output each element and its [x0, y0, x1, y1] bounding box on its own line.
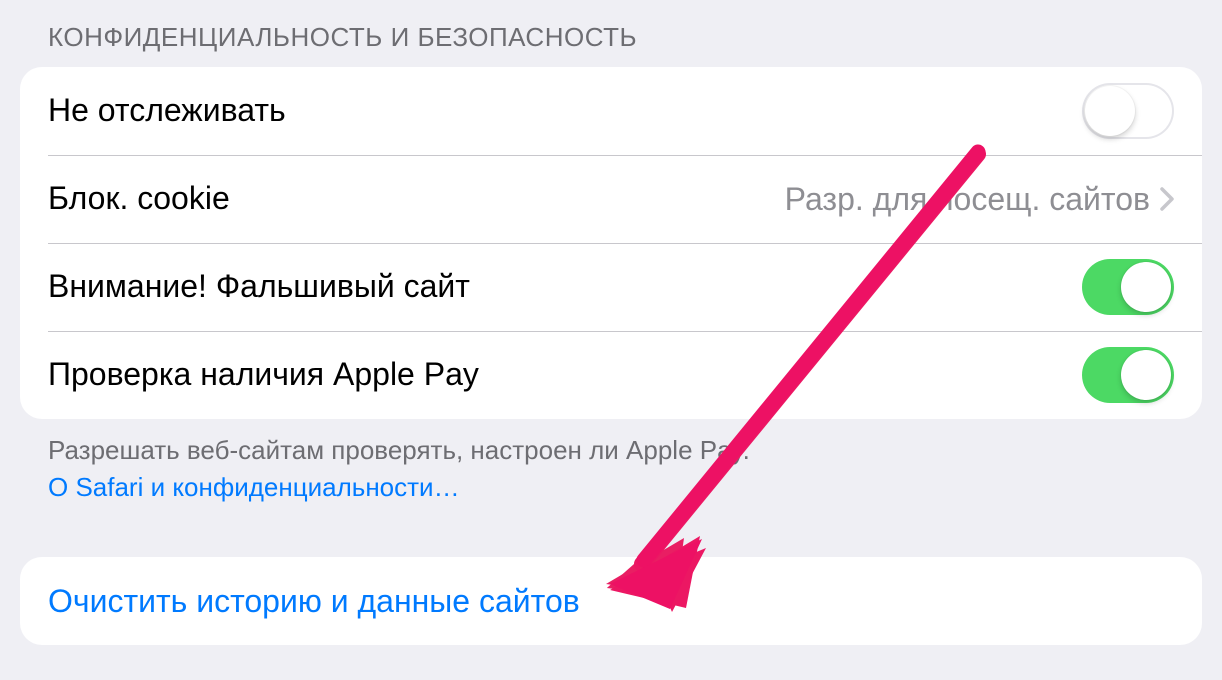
section-header-privacy: КОНФИДЕНЦИАЛЬНОСТЬ И БЕЗОПАСНОСТЬ [0, 0, 1222, 67]
switch-knob [1085, 86, 1135, 136]
row-check-apple-pay[interactable]: Проверка наличия Apple Pay [20, 331, 1202, 419]
row-fraudulent-website-warning[interactable]: Внимание! Фальшивый сайт [20, 243, 1202, 331]
row-label: Не отслеживать [48, 93, 1082, 128]
settings-container: КОНФИДЕНЦИАЛЬНОСТЬ И БЕЗОПАСНОСТЬ Не отс… [0, 0, 1222, 645]
settings-group-privacy: Не отслеживать Блок. cookie Разр. для по… [20, 67, 1202, 419]
switch-knob [1121, 350, 1171, 400]
switch-apple-pay[interactable] [1082, 347, 1174, 403]
switch-fraudulent-warning[interactable] [1082, 259, 1174, 315]
footer-description: Разрешать веб-сайтам проверять, настроен… [48, 435, 750, 465]
row-block-cookies[interactable]: Блок. cookie Разр. для посещ. сайтов [20, 155, 1202, 243]
chevron-right-icon [1160, 187, 1174, 211]
switch-knob [1121, 262, 1171, 312]
settings-group-clear: Очистить историю и данные сайтов [20, 557, 1202, 645]
row-clear-history[interactable]: Очистить историю и данные сайтов [20, 557, 1202, 645]
section-footer: Разрешать веб-сайтам проверять, настроен… [0, 419, 1222, 505]
row-label: Внимание! Фальшивый сайт [48, 269, 1082, 304]
row-label: Блок. cookie [48, 181, 785, 216]
row-label: Проверка наличия Apple Pay [48, 357, 1082, 392]
about-safari-privacy-link[interactable]: О Safari и конфиденциальности… [48, 470, 1174, 505]
row-do-not-track[interactable]: Не отслеживать [20, 67, 1202, 155]
clear-history-label: Очистить историю и данные сайтов [48, 583, 580, 620]
switch-do-not-track[interactable] [1082, 83, 1174, 139]
row-value: Разр. для посещ. сайтов [785, 181, 1150, 218]
